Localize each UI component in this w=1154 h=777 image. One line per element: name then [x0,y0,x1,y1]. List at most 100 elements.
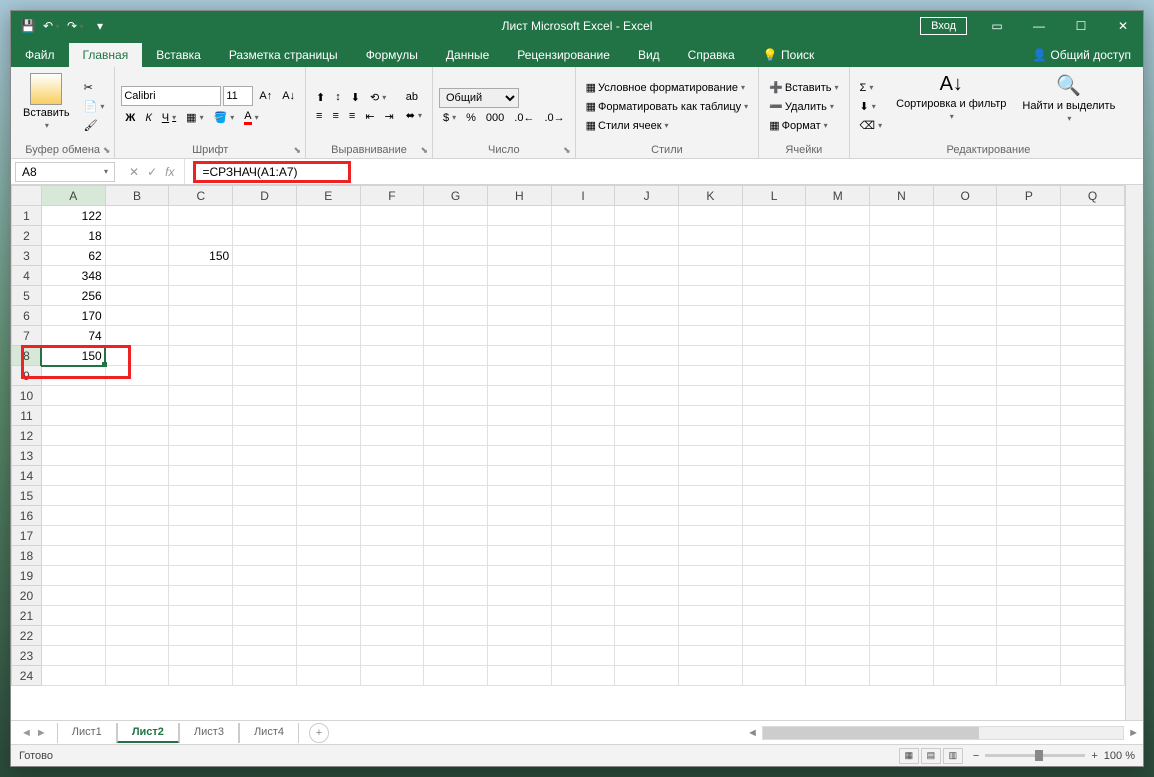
cell-D6[interactable] [233,306,297,326]
cell-E12[interactable] [296,426,360,446]
tab-file[interactable]: Файл [11,43,69,67]
cell-C4[interactable] [169,266,233,286]
cell-D3[interactable] [233,246,297,266]
cell-N7[interactable] [870,326,934,346]
tab-review[interactable]: Рецензирование [503,43,624,67]
decrease-decimal-icon[interactable]: .0→ [540,110,568,126]
cell-F19[interactable] [360,566,424,586]
cell-O22[interactable] [933,626,997,646]
cell-O9[interactable] [933,366,997,386]
cell-Q9[interactable] [1061,366,1125,386]
cell-A13[interactable] [41,446,105,466]
cell-F14[interactable] [360,466,424,486]
cell-Q12[interactable] [1061,426,1125,446]
cell-J13[interactable] [615,446,679,466]
sheet-nav-next-icon[interactable]: ► [36,727,47,739]
cell-N17[interactable] [870,526,934,546]
cell-H24[interactable] [487,666,551,686]
cell-P11[interactable] [997,406,1061,426]
cell-G23[interactable] [424,646,488,666]
col-header-C[interactable]: C [169,186,233,206]
cell-Q11[interactable] [1061,406,1125,426]
cell-E22[interactable] [296,626,360,646]
cell-Q8[interactable] [1061,346,1125,366]
cell-C11[interactable] [169,406,233,426]
cell-Q10[interactable] [1061,386,1125,406]
cell-C15[interactable] [169,486,233,506]
tab-layout[interactable]: Разметка страницы [215,43,352,67]
cell-N24[interactable] [870,666,934,686]
cell-B16[interactable] [105,506,169,526]
cell-I8[interactable] [551,346,615,366]
row-header-2[interactable]: 2 [12,226,42,246]
row-header-18[interactable]: 18 [12,546,42,566]
cell-P8[interactable] [997,346,1061,366]
cell-F12[interactable] [360,426,424,446]
cell-H9[interactable] [487,366,551,386]
cell-E24[interactable] [296,666,360,686]
cell-Q17[interactable] [1061,526,1125,546]
cell-G3[interactable] [424,246,488,266]
col-header-D[interactable]: D [233,186,297,206]
format-cells-button[interactable]: ▦ Формат▾ [765,117,842,134]
cell-Q7[interactable] [1061,326,1125,346]
col-header-I[interactable]: I [551,186,615,206]
cell-O15[interactable] [933,486,997,506]
cell-C8[interactable] [169,346,233,366]
cell-K9[interactable] [679,366,743,386]
cell-B10[interactable] [105,386,169,406]
cell-N15[interactable] [870,486,934,506]
cell-P12[interactable] [997,426,1061,446]
align-top-icon[interactable]: ⬆ [312,89,329,106]
cell-I12[interactable] [551,426,615,446]
cell-M20[interactable] [806,586,870,606]
cell-K16[interactable] [679,506,743,526]
cell-E20[interactable] [296,586,360,606]
cell-N22[interactable] [870,626,934,646]
tab-view[interactable]: Вид [624,43,674,67]
cell-F13[interactable] [360,446,424,466]
cell-I19[interactable] [551,566,615,586]
cell-M2[interactable] [806,226,870,246]
cell-O16[interactable] [933,506,997,526]
cell-L10[interactable] [742,386,806,406]
cell-I18[interactable] [551,546,615,566]
decrease-font-icon[interactable]: A↓ [278,88,299,104]
cell-P2[interactable] [997,226,1061,246]
font-launcher-icon[interactable]: ⬊ [294,145,302,156]
cell-C20[interactable] [169,586,233,606]
cell-C14[interactable] [169,466,233,486]
cell-B13[interactable] [105,446,169,466]
cell-G22[interactable] [424,626,488,646]
cell-P10[interactable] [997,386,1061,406]
cell-Q14[interactable] [1061,466,1125,486]
cell-M19[interactable] [806,566,870,586]
format-painter-button[interactable]: 🖌 [80,117,109,134]
cell-H4[interactable] [487,266,551,286]
cell-O24[interactable] [933,666,997,686]
cell-C24[interactable] [169,666,233,686]
cell-B22[interactable] [105,626,169,646]
cell-Q23[interactable] [1061,646,1125,666]
align-left-icon[interactable]: ≡ [312,108,326,124]
share-button[interactable]: 👤 Общий доступ [1020,43,1143,67]
cell-H6[interactable] [487,306,551,326]
format-as-table-button[interactable]: ▦ Форматировать как таблицу▾ [582,98,753,115]
cell-E13[interactable] [296,446,360,466]
cell-L4[interactable] [742,266,806,286]
cell-K2[interactable] [679,226,743,246]
cell-L7[interactable] [742,326,806,346]
cell-A10[interactable] [41,386,105,406]
cell-M12[interactable] [806,426,870,446]
cell-C13[interactable] [169,446,233,466]
cell-P17[interactable] [997,526,1061,546]
align-center-icon[interactable]: ≡ [328,108,342,124]
cell-I10[interactable] [551,386,615,406]
cell-E10[interactable] [296,386,360,406]
cell-C23[interactable] [169,646,233,666]
zoom-in-icon[interactable]: + [1091,750,1097,762]
cell-A12[interactable] [41,426,105,446]
cell-G5[interactable] [424,286,488,306]
cell-A8[interactable]: 150 [41,346,105,366]
col-header-O[interactable]: O [933,186,997,206]
